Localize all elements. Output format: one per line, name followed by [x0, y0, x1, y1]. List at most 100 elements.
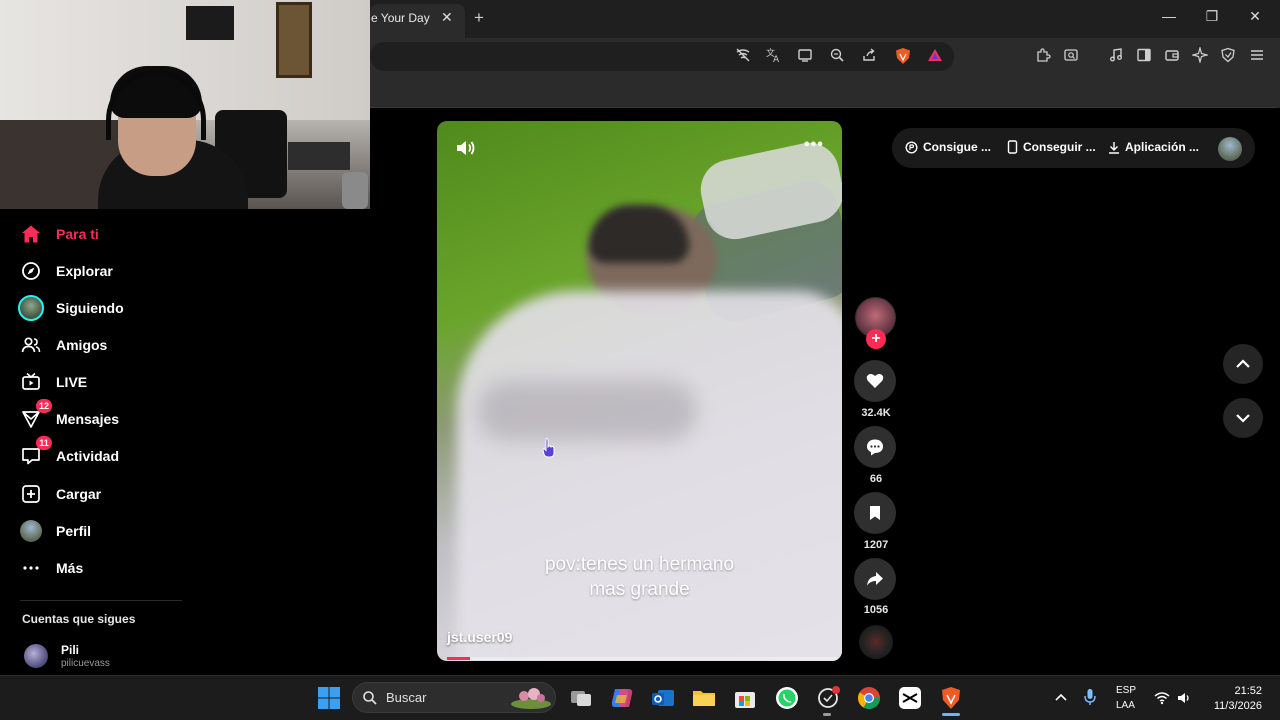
save-button[interactable] — [854, 492, 896, 534]
share-button[interactable] — [854, 558, 896, 600]
app-tray-icon[interactable] — [815, 685, 841, 711]
get-app-button[interactable]: Conseguir ... — [1007, 140, 1096, 154]
search-tabs-icon[interactable] — [1061, 47, 1081, 67]
clock-date[interactable]: 11/3/2026 — [1200, 700, 1262, 712]
like-button[interactable] — [854, 360, 896, 402]
music-disc-icon[interactable] — [859, 625, 893, 659]
close-window-button[interactable]: ✕ — [1240, 8, 1270, 25]
next-video-button[interactable] — [1223, 398, 1263, 438]
messages-icon: 12 — [18, 399, 52, 432]
microphone-icon[interactable] — [1083, 688, 1097, 711]
video-progress-fill — [447, 657, 470, 660]
translate-icon[interactable]: 文A — [763, 47, 783, 67]
webcam-box — [288, 142, 350, 170]
video-scene-fold — [477, 381, 697, 441]
activity-icon: 11 — [18, 436, 52, 469]
volume-tray-icon[interactable] — [1176, 690, 1192, 711]
task-view-icon[interactable] — [568, 685, 594, 711]
outlook-icon[interactable] — [650, 685, 676, 711]
cast-icon[interactable] — [795, 47, 815, 67]
active-app-indicator — [942, 713, 960, 716]
comment-button[interactable] — [854, 426, 896, 468]
language-indicator[interactable]: ESP — [1116, 685, 1136, 696]
window-edge — [1276, 38, 1280, 108]
sidebar-item-label: Explorar — [56, 263, 113, 279]
sidebar-item-para-ti[interactable]: Para ti — [18, 221, 99, 247]
brave-browser-icon[interactable] — [938, 685, 964, 711]
more-dots-icon — [18, 555, 44, 581]
like-count: 32.4K — [861, 407, 891, 419]
notification-badge: 11 — [36, 436, 52, 450]
sidebar-item-perfil[interactable]: Perfil — [18, 518, 91, 544]
sidebar-divider — [20, 600, 182, 601]
menu-icon[interactable] — [1247, 47, 1267, 67]
sidebar-item-label: LIVE — [56, 374, 88, 390]
download-icon — [1109, 141, 1119, 154]
bookmark-icon — [870, 506, 880, 520]
sidebar-item-cargar[interactable]: Cargar — [18, 481, 101, 507]
capcut-icon[interactable] — [897, 685, 923, 711]
download-app-button[interactable]: Aplicación ... — [1108, 140, 1199, 154]
running-app-indicator — [823, 713, 831, 716]
sidebar-item-label: Siguiendo — [56, 300, 124, 316]
leo-ai-icon[interactable] — [1190, 45, 1210, 67]
whatsapp-icon[interactable] — [774, 685, 800, 711]
sidebar-item-más[interactable]: Más — [18, 555, 83, 581]
sidebar-item-amigos[interactable]: Amigos — [18, 332, 107, 358]
sidebar-toggle-icon[interactable] — [1134, 47, 1154, 67]
wifi-icon[interactable] — [1154, 691, 1170, 710]
following-heading: Cuentas que sigues — [22, 612, 136, 626]
vpn-shield-icon[interactable] — [1218, 47, 1238, 67]
keyboard-layout[interactable]: LAA — [1116, 700, 1135, 711]
windows-start-icon[interactable] — [317, 686, 341, 715]
wallet-icon[interactable] — [1162, 47, 1182, 67]
previous-video-button[interactable] — [1223, 344, 1263, 384]
clock-time[interactable]: 21:52 — [1222, 685, 1262, 697]
save-count: 1207 — [863, 539, 889, 551]
video-scene-hair — [589, 205, 689, 263]
tray-overflow-chevron-icon[interactable] — [1054, 691, 1068, 710]
share-arrow-icon — [867, 572, 883, 586]
video-scene-blanket — [457, 291, 842, 661]
minimize-button[interactable]: — — [1154, 8, 1184, 24]
following-avatar[interactable] — [24, 644, 48, 668]
compass-icon — [18, 258, 44, 284]
sidebar-item-label: Cargar — [56, 486, 102, 502]
search-placeholder: Buscar — [386, 690, 427, 705]
sidebar-item-actividad[interactable]: 11 Actividad — [18, 436, 119, 469]
webcam-bottle — [342, 172, 368, 209]
sidebar-item-live[interactable]: LIVE — [18, 369, 87, 395]
search-highlight-icon — [510, 684, 552, 715]
video-progress-track[interactable] — [447, 657, 837, 660]
media-controls-icon[interactable] — [1106, 47, 1126, 67]
follow-plus-button[interactable]: + — [866, 329, 886, 349]
video-author[interactable]: jst.user09 — [447, 629, 512, 645]
get-coins-button[interactable]: Consigue ... — [905, 140, 991, 154]
following-name[interactable]: Pili — [61, 643, 79, 657]
brave-shields-icon[interactable] — [893, 47, 913, 67]
video-caption: pov:tenes un hermano mas grande — [437, 552, 842, 602]
webcam-overlay — [0, 0, 370, 209]
sidebar-item-siguiendo[interactable]: Siguiendo — [18, 295, 124, 321]
share-page-icon[interactable] — [859, 47, 879, 67]
coin-icon — [905, 140, 918, 154]
store-icon[interactable] — [732, 685, 758, 711]
heart-icon — [866, 373, 884, 388]
profile-avatar[interactable] — [1218, 137, 1242, 161]
chrome-icon[interactable] — [856, 685, 882, 711]
new-tab-button[interactable]: + — [474, 8, 484, 28]
zoom-icon[interactable] — [827, 47, 847, 67]
sidebar-item-mensajes[interactable]: 12 Mensajes — [18, 399, 119, 432]
tab-close-icon[interactable]: ✕ — [441, 9, 453, 26]
sidebar-item-label: Más — [56, 560, 84, 576]
restore-button[interactable]: ❐ — [1197, 8, 1227, 25]
more-options-icon[interactable]: ••• — [804, 136, 824, 154]
download-app-label: Aplicación ... — [1125, 140, 1200, 154]
reader-off-icon[interactable] — [733, 47, 753, 67]
extensions-icon[interactable] — [1033, 47, 1053, 67]
volume-icon[interactable] — [454, 137, 476, 159]
file-explorer-icon[interactable] — [691, 685, 717, 711]
brave-rewards-icon[interactable] — [925, 47, 945, 67]
copilot-icon[interactable] — [609, 685, 635, 711]
sidebar-item-explorar[interactable]: Explorar — [18, 258, 113, 284]
